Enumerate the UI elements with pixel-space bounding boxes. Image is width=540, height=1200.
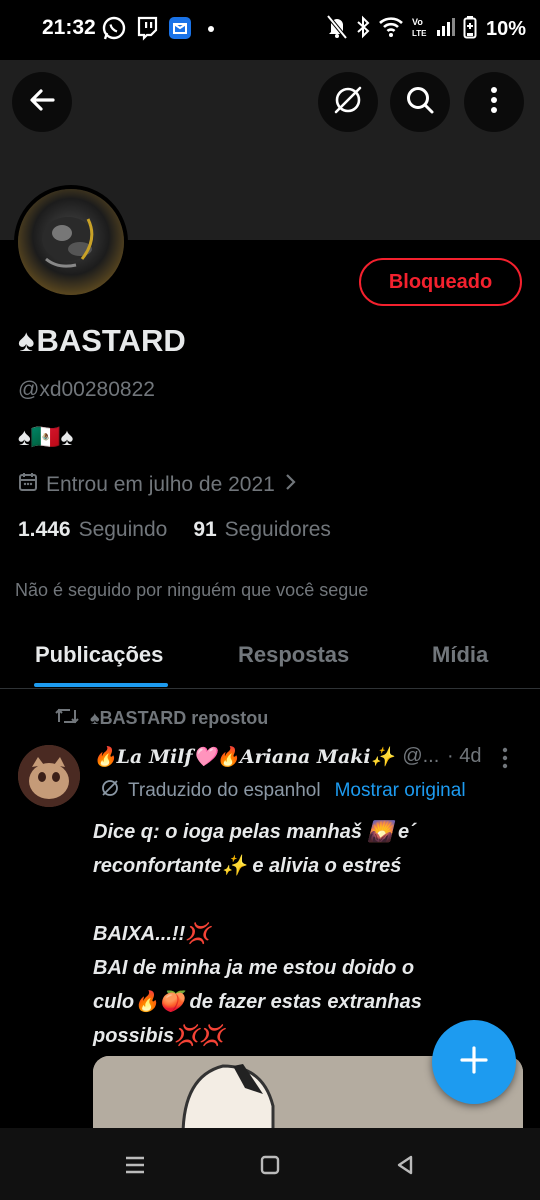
repost-indicator: ♠BASTARD repostou [54,705,268,732]
back-nav-button[interactable] [392,1152,418,1178]
svg-text:Vo: Vo [412,17,423,27]
spade-glyph: ♠ [18,323,35,358]
dot-icon [204,14,228,42]
post-line: reconfortante✨ e alivia o estreś [93,855,402,877]
post-header: 🔥𝑳𝒂 𝑴𝒊𝒍𝒇🩷🔥𝑨𝒓𝒊𝒂𝒏𝒂 𝑴𝒂𝒌𝒊✨ @... · 4d [93,745,533,769]
followers-link[interactable]: 91 Seguidores [193,518,331,542]
tab-media[interactable]: Mídia [432,642,488,668]
recent-apps-button[interactable] [122,1152,148,1178]
post-time[interactable]: · 4d [447,745,481,768]
translate-icon [100,778,120,804]
profile-tabs: Publicações Respostas Mídia [0,620,540,689]
chevron-right-icon [283,472,297,498]
post-author-avatar[interactable] [18,745,80,807]
followers-label: Seguidores [224,518,331,541]
back-button[interactable] [12,72,72,132]
plus-icon [459,1045,489,1080]
search-icon [404,84,436,121]
battery-percent: 10% [485,18,526,40]
blocked-button[interactable]: Bloqueado [359,258,522,306]
status-time: 21:32 [42,16,96,39]
status-bar: 21:32 Vo LTE 10% [0,0,540,60]
twitch-icon [135,14,159,42]
joined-text: Entrou em julho de 2021 [46,473,275,496]
wifi-icon [378,14,404,45]
grok-button[interactable] [318,72,378,132]
home-button[interactable] [257,1152,283,1178]
profile-bio: ♠🇲🇽♠ [18,424,74,451]
tab-replies[interactable]: Respostas [238,642,349,668]
following-link[interactable]: 1.446 Seguindo [18,518,167,542]
post-line: Dice q: o ioga pelas manhaš 🌄 e´ [93,821,416,843]
arrow-left-icon [27,85,57,120]
post-line: BAI de minha ja me estou doido o [93,957,415,979]
slash-circle-icon [331,83,365,122]
svg-text:LTE: LTE [412,29,427,38]
whatsapp-icon [102,14,126,42]
tab-posts[interactable]: Publicações [35,642,163,668]
status-right: Vo LTE 10% [326,14,526,45]
calendar-icon [18,471,38,499]
followers-count: 91 [193,518,217,541]
post-line: BAIXA...!!💢 [93,923,211,945]
volte-icon: Vo LTE [411,14,429,45]
joined-date[interactable]: Entrou em julho de 2021 [18,471,297,499]
compose-button[interactable] [432,1020,516,1104]
post-text: Dice q: o ioga pelas manhaš 🌄 e´ reconfo… [93,815,513,1053]
profile-handle: @xd00280822 [18,378,155,401]
app-icon [168,14,192,42]
translation-bar: Traduzido do espanhol Mostrar original [100,778,466,804]
mute-icon [326,14,348,45]
following-label: Seguindo [78,518,168,541]
repost-icon [54,705,80,732]
more-button[interactable] [464,72,524,132]
post-author-name[interactable]: 🔥𝑳𝒂 𝑴𝒊𝒍𝒇🩷🔥𝑨𝒓𝒊𝒂𝒏𝒂 𝑴𝒂𝒌𝒊✨ [93,745,394,768]
more-vertical-icon[interactable] [501,747,509,775]
battery-icon [463,14,477,45]
show-original-link[interactable]: Mostrar original [335,780,466,802]
not-followed-text: Não é seguido por ninguém que você segue [15,580,369,600]
search-button[interactable] [390,72,450,132]
system-nav-bar [0,1128,540,1200]
profile-avatar[interactable] [14,185,128,299]
bluetooth-icon [355,14,371,45]
profile-name-text: BASTARD [36,323,186,358]
profile-name: ♠ BASTARD [18,323,186,359]
post-line: culo🔥🍑 de fazer estas extranhas [93,991,422,1013]
follow-stats: 1.446 Seguindo 91 Seguidores [18,518,331,542]
translated-label: Traduzido do espanhol [128,780,321,801]
post-author-handle[interactable]: @... [402,745,439,768]
repost-text: ♠BASTARD repostou [90,708,269,728]
signal-icon [436,14,456,45]
more-vertical-icon [489,85,499,120]
active-tab-indicator [34,683,168,687]
following-count: 1.446 [18,518,71,541]
